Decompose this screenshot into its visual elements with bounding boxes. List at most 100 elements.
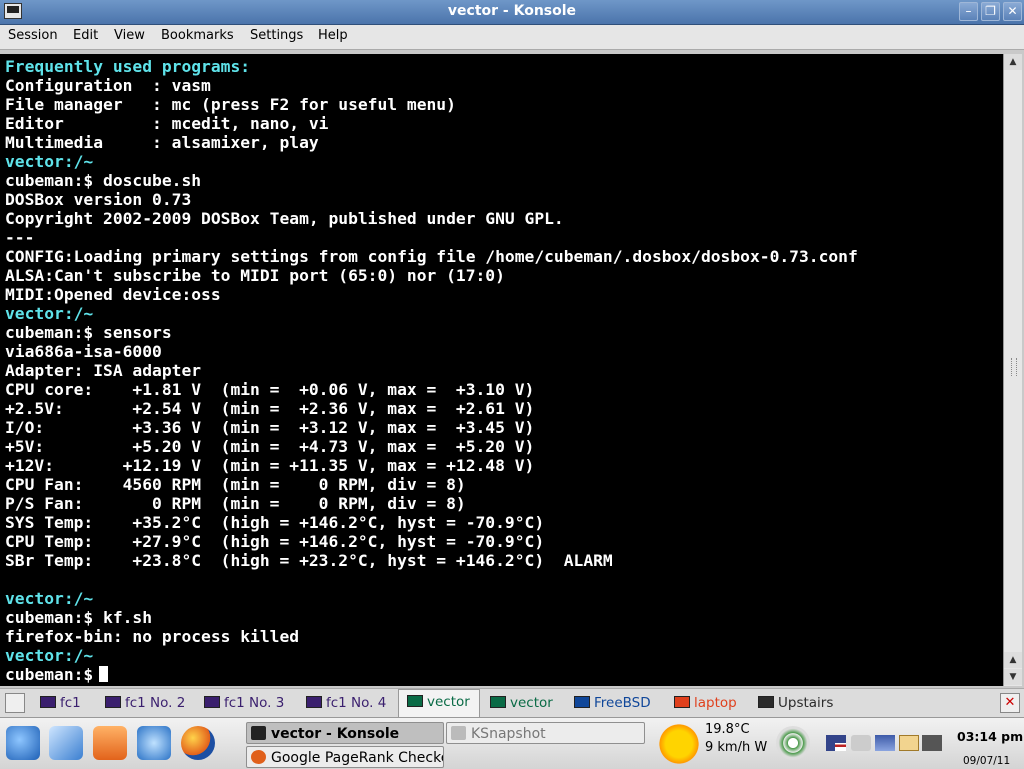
terminal-line: I/O: +3.36 V (min = +3.12 V, max = +3.45… — [5, 418, 535, 437]
tab-label: fc1 — [60, 695, 81, 711]
weather-readout: 19.8°C 9 km/h W — [705, 721, 767, 757]
task-konsole[interactable]: vector - Konsole — [246, 722, 444, 744]
tab-label: FreeBSD — [594, 695, 651, 711]
close-tab-button[interactable]: ✕ — [1000, 693, 1020, 713]
close-button[interactable]: ✕ — [1003, 2, 1022, 21]
task-pagerank-checker[interactable]: Google PageRank Checker — [246, 746, 444, 768]
weather-wind: 9 km/h W — [705, 740, 768, 755]
terminal-cursor — [99, 666, 109, 682]
terminal-line: cubeman:$ doscube.sh — [5, 171, 202, 190]
terminal-prompt-line: vector:/~ — [5, 589, 94, 608]
terminal-line: cubeman:$ kf.sh — [5, 608, 153, 627]
scroll-down-arrow-icon[interactable]: ▼ — [1004, 669, 1022, 685]
clock[interactable]: 03:14 pm — [957, 729, 1023, 744]
date: 09/07/11 — [963, 755, 1011, 767]
terminal-scrollbar[interactable]: ▲ ▲ ▼ — [1003, 54, 1022, 686]
firefox-icon[interactable] — [181, 726, 215, 760]
scroll-up-arrow-icon[interactable]: ▲ — [1004, 652, 1022, 668]
terminal-icon — [306, 696, 322, 708]
k-menu-icon[interactable] — [6, 726, 40, 760]
terminal-line: via686a-isa-6000 — [5, 342, 162, 361]
terminal-icon — [204, 696, 220, 708]
terminal-line: CONFIG:Loading primary settings from con… — [5, 247, 858, 266]
terminal-line: MIDI:Opened device:oss — [5, 285, 221, 304]
menu-edit[interactable]: Edit — [73, 28, 98, 43]
terminal-line: Adapter: ISA adapter — [5, 361, 202, 380]
terminal-line: Copyright 2002-2009 DOSBox Team, publish… — [5, 209, 564, 228]
tab-label: fc1 No. 3 — [224, 695, 285, 711]
tab-label: Upstairs — [778, 695, 834, 711]
tab-laptop[interactable]: laptop — [666, 691, 748, 715]
terminal-icon — [40, 696, 56, 708]
session-tab-bar: fc1 fc1 No. 2 fc1 No. 3 fc1 No. 4 vector vect… — [0, 688, 1024, 717]
menu-view[interactable]: View — [114, 28, 145, 43]
terminal-prompt-line: Frequently used programs: — [5, 57, 251, 76]
terminal-area[interactable]: Frequently used programs: Configuration … — [0, 54, 1003, 686]
tab-label: fc1 No. 4 — [326, 695, 387, 711]
terminal-line: cubeman:$ sensors — [5, 323, 172, 342]
hourglass-icon — [451, 726, 466, 740]
terminal-line: DOSBox version 0.73 — [5, 190, 192, 209]
tab-fc1-no-3[interactable]: fc1 No. 3 — [196, 691, 296, 715]
menu-help[interactable]: Help — [318, 28, 348, 43]
tab-fc1[interactable]: fc1 — [32, 691, 95, 715]
scroll-up-arrow-icon[interactable]: ▲ — [1004, 54, 1022, 70]
tab-fc1-no-4[interactable]: fc1 No. 4 — [298, 691, 396, 715]
tab-label: laptop — [694, 695, 737, 711]
desktop-icon[interactable] — [49, 726, 83, 760]
home-folder-icon[interactable] — [93, 726, 127, 760]
menu-session[interactable]: Session — [8, 28, 58, 43]
network-icon[interactable] — [137, 726, 171, 760]
terminal-line: +12V: +12.19 V (min = +11.35 V, max = +1… — [5, 456, 535, 475]
tab-label: vector — [427, 694, 470, 710]
terminal-line: File manager : mc (press F2 for useful m… — [5, 95, 456, 114]
bitcoin-icon — [758, 696, 774, 708]
terminal-prompt-line: vector:/~ — [5, 304, 94, 323]
terminal-line: CPU Temp: +27.9°C (high = +146.2°C, hyst… — [5, 532, 545, 551]
us-flag-icon[interactable] — [826, 735, 846, 751]
kde-panel: vector - Konsole KSnapshot Google PageRa… — [0, 717, 1024, 769]
terminal-line: firefox-bin: no process killed — [5, 627, 300, 646]
tab-vector[interactable]: vector — [398, 689, 480, 717]
tab-fc1-no-2[interactable]: fc1 No. 2 — [97, 691, 194, 715]
terminal-prompt-line: vector:/~ — [5, 152, 94, 171]
network-monitor-icon[interactable] — [922, 735, 942, 751]
scrollbar-grip[interactable] — [1011, 358, 1017, 376]
task-ksnapshot[interactable]: KSnapshot — [446, 722, 645, 744]
tab-upstairs[interactable]: Upstairs — [750, 691, 840, 715]
tab-freebsd[interactable]: FreeBSD — [566, 691, 664, 715]
firefox-icon — [251, 750, 266, 764]
terminal-icon — [574, 696, 590, 708]
klipper-icon[interactable] — [899, 735, 919, 751]
terminal-icon — [105, 696, 121, 708]
terminal-line: Multimedia : alsamixer, play — [5, 133, 319, 152]
terminal-line: SBr Temp: +23.8°C (high = +23.2°C, hyst … — [5, 551, 613, 570]
title-bar[interactable]: vector - Konsole – ❐ ✕ — [0, 0, 1024, 25]
terminal-icon — [490, 696, 506, 708]
weather-temperature: 19.8°C — [705, 722, 750, 737]
konsole-icon — [251, 726, 266, 740]
menu-bookmarks[interactable]: Bookmarks — [161, 28, 234, 43]
terminal-line: SYS Temp: +35.2°C (high = +146.2°C, hyst… — [5, 513, 545, 532]
terminal-output: Frequently used programs: Configuration … — [5, 57, 858, 684]
terminal-prompt-line: vector:/~ — [5, 646, 94, 665]
minimize-button[interactable]: – — [959, 2, 978, 21]
display-icon[interactable] — [875, 735, 895, 751]
terminal-line: CPU Fan: 4560 RPM (min = 0 RPM, div = 8) — [5, 475, 466, 494]
new-tab-button[interactable] — [5, 693, 25, 713]
tab-label: fc1 No. 2 — [125, 695, 186, 711]
terminal-prompt: cubeman:$ — [5, 665, 94, 684]
terminal-line: +5V: +5.20 V (min = +4.73 V, max = +5.20… — [5, 437, 535, 456]
sun-weather-icon[interactable] — [658, 723, 700, 765]
wifi-signal-icon[interactable] — [776, 726, 810, 760]
terminal-icon — [407, 695, 423, 707]
tab-vector[interactable]: vector — [482, 691, 564, 715]
maximize-button[interactable]: ❐ — [981, 2, 1000, 21]
menu-settings[interactable]: Settings — [250, 28, 303, 43]
menu-bar: Session Edit View Bookmarks Settings Hel… — [0, 25, 1024, 50]
terminal-line: CPU core: +1.81 V (min = +0.06 V, max = … — [5, 380, 535, 399]
volume-icon[interactable] — [851, 735, 871, 751]
tab-label: vector — [510, 695, 553, 711]
laptop-icon — [674, 696, 690, 708]
window-title: vector - Konsole — [447, 3, 577, 19]
